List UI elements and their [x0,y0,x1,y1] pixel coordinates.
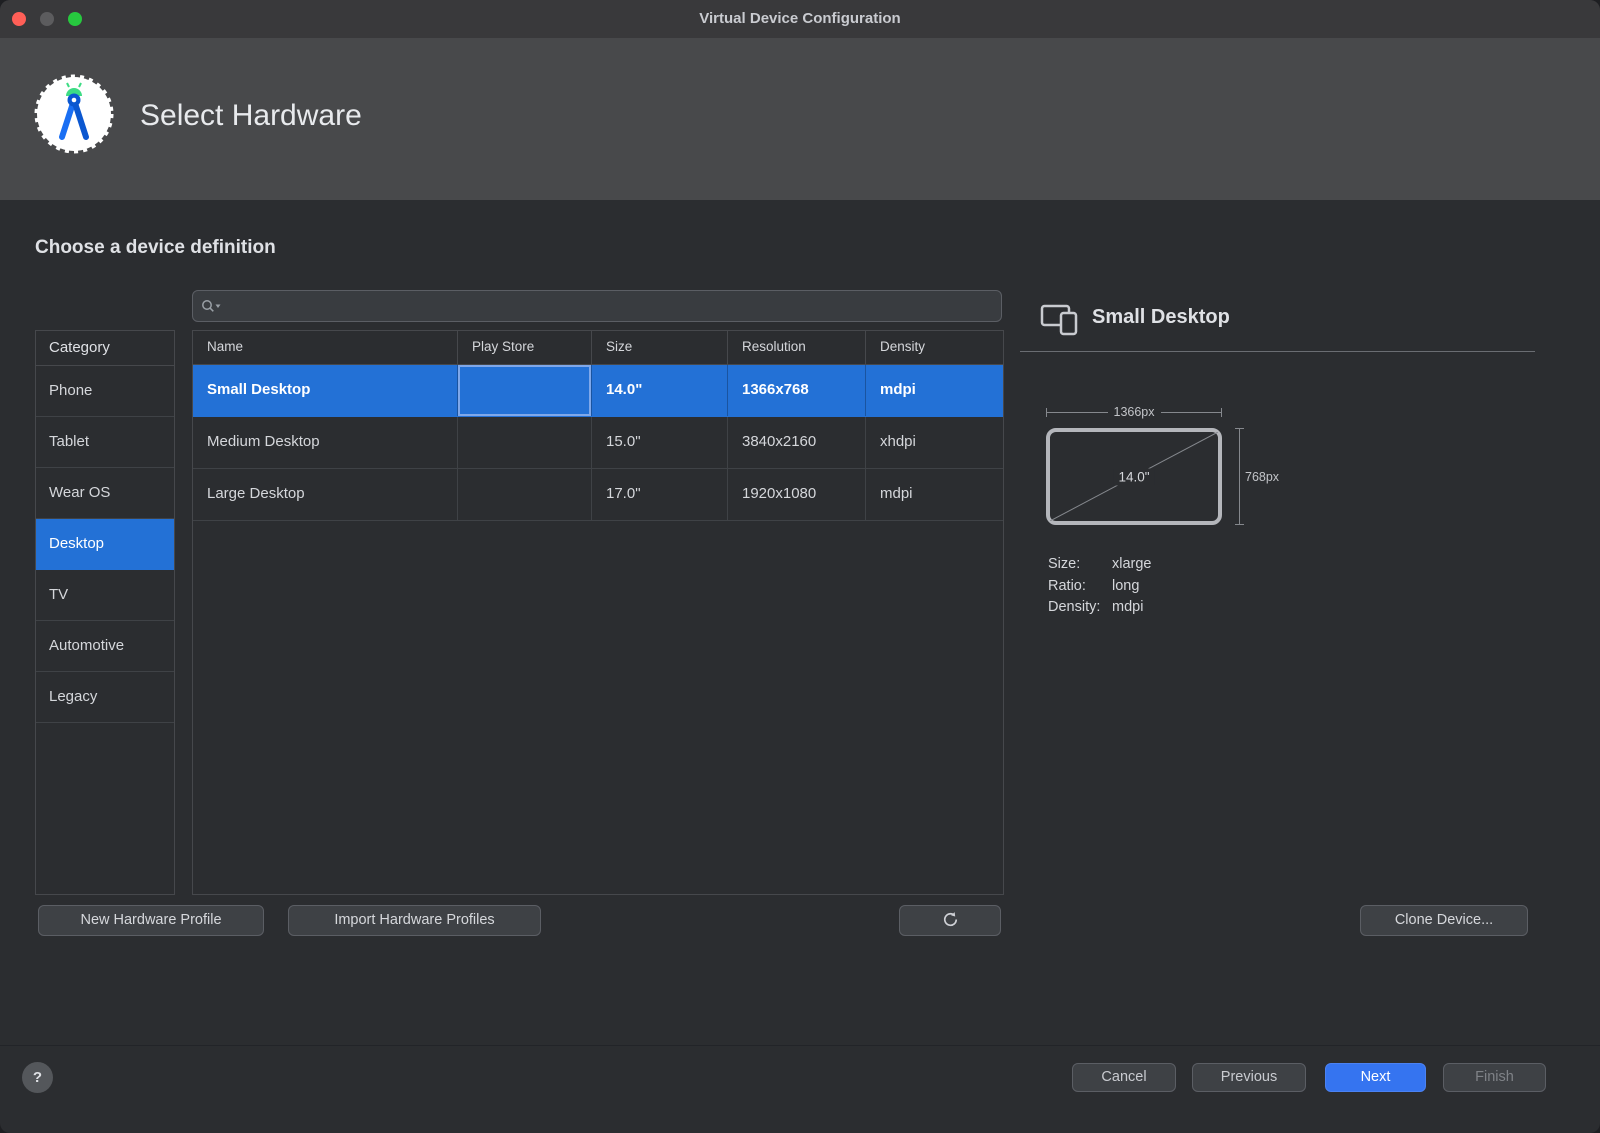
cell-play-store [458,365,592,416]
details-divider [1020,351,1535,352]
device-frames-icon [1040,303,1080,342]
table-row-small-desktop[interactable]: Small Desktop 14.0" 1366x768 mdpi [193,365,1003,417]
category-item-automotive[interactable]: Automotive [36,621,174,672]
table-header-row: Name Play Store Size Resolution Density [193,331,1003,365]
cell-size: 15.0" [592,417,728,468]
cell-play-store [458,417,592,468]
refresh-button[interactable] [899,905,1001,936]
category-column-header: Category [36,331,174,366]
refresh-icon [942,911,959,927]
cell-density: xhdpi [866,417,1003,468]
spec-size: Size:xlarge [1048,554,1152,576]
cell-play-store [458,469,592,520]
spec-ratio: Ratio:long [1048,576,1152,598]
next-button[interactable]: Next [1325,1063,1426,1092]
help-icon: ? [33,1069,42,1086]
device-diagram: 14.0" [1046,428,1222,525]
width-measure: 1366px [1046,404,1222,420]
column-header-name[interactable]: Name [193,331,458,364]
device-search-input[interactable] [192,290,1002,322]
category-item-tv[interactable]: TV [36,570,174,621]
category-item-tablet[interactable]: Tablet [36,417,174,468]
footer-divider [0,1045,1600,1046]
cell-density: mdpi [866,365,1003,416]
cell-name: Medium Desktop [193,417,458,468]
device-definition-table: Name Play Store Size Resolution Density … [192,330,1004,895]
category-item-phone[interactable]: Phone [36,366,174,417]
device-specs: Size:xlarge Ratio:long Density:mdpi [1048,554,1152,619]
cell-name: Small Desktop [193,365,458,416]
column-header-play-store[interactable]: Play Store [458,331,592,364]
selected-device-title: Small Desktop [1092,306,1230,329]
category-item-legacy[interactable]: Legacy [36,672,174,723]
category-item-wear-os[interactable]: Wear OS [36,468,174,519]
cancel-button[interactable]: Cancel [1072,1063,1176,1092]
device-search [192,290,1002,322]
column-header-size[interactable]: Size [592,331,728,364]
window-title: Virtual Device Configuration [0,0,1600,38]
cell-density: mdpi [866,469,1003,520]
previous-button[interactable]: Previous [1192,1063,1306,1092]
spec-density: Density:mdpi [1048,597,1152,619]
virtual-device-configuration-window: Virtual Device Configuration Select Hard… [0,0,1600,1133]
cell-resolution: 1366x768 [728,365,866,416]
width-label: 1366px [1108,405,1161,419]
clone-device-button[interactable]: Clone Device... [1360,905,1528,936]
cell-resolution: 1920x1080 [728,469,866,520]
cell-size: 17.0" [592,469,728,520]
table-row-large-desktop[interactable]: Large Desktop 17.0" 1920x1080 mdpi [193,469,1003,521]
page-title: Select Hardware [140,99,362,133]
cell-resolution: 3840x2160 [728,417,866,468]
category-panel: Category Phone Tablet Wear OS Desktop TV… [35,330,175,895]
help-button[interactable]: ? [22,1062,53,1093]
import-hardware-profiles-button[interactable]: Import Hardware Profiles [288,905,541,936]
cell-name: Large Desktop [193,469,458,520]
diagonal-label: 14.0" [1113,468,1154,485]
finish-button: Finish [1443,1063,1546,1092]
column-header-resolution[interactable]: Resolution [728,331,866,364]
new-hardware-profile-button[interactable]: New Hardware Profile [38,905,264,936]
cell-size: 14.0" [592,365,728,416]
table-row-medium-desktop[interactable]: Medium Desktop 15.0" 3840x2160 xhdpi [193,417,1003,469]
height-measure: 768px [1239,428,1299,525]
titlebar: Virtual Device Configuration [0,0,1600,38]
column-header-density[interactable]: Density [866,331,1003,364]
category-item-desktop[interactable]: Desktop [36,519,174,570]
android-studio-logo-icon [33,73,115,155]
section-heading: Choose a device definition [35,237,276,259]
height-label: 768px [1245,470,1279,484]
